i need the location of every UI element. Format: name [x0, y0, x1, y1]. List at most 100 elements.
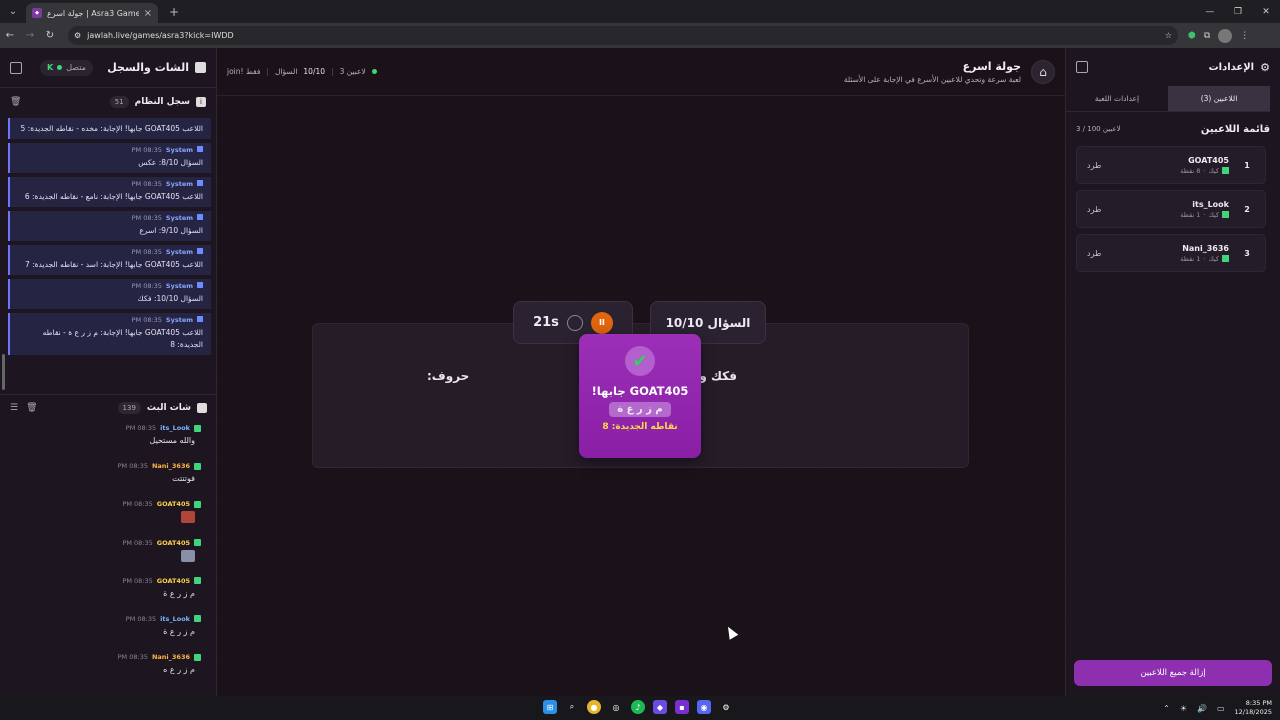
kick-player-button[interactable]: طرد [1087, 205, 1101, 214]
remove-all-players-button[interactable]: إزالة جميع اللاعبين [1074, 660, 1272, 686]
address-bar[interactable]: ⚙ jawlah.live/games/asra3?kick=IWDD ☆ [68, 26, 1178, 45]
forward-icon[interactable]: → [20, 30, 40, 41]
tab-players[interactable]: اللاعبين (3) [1168, 86, 1270, 111]
question-progress: 10/10 [303, 67, 326, 76]
extensions-icon[interactable]: ⧉ [1204, 31, 1210, 41]
game-title: جولة اسرع [962, 59, 1021, 73]
site-info-icon[interactable]: ⚙ [74, 31, 81, 40]
stream-chat-list[interactable]: its_Look 08:35 PM والله مستحيل Nani_3636 0… [0, 424, 211, 692]
maximize-icon[interactable]: ❐ [1224, 7, 1252, 17]
player-name: Nani_3636 [1182, 243, 1229, 253]
tab-search-icon[interactable]: ⌄ [2, 3, 24, 21]
clear-chat-trash-icon[interactable]: 🗑 [26, 403, 37, 413]
settings-tabs: إعدادات اللعبة اللاعبين (3) [1066, 86, 1270, 112]
log-text: السؤال 9/10: اسرع [139, 226, 203, 235]
players-capacity: 3 / 100 لاعبين [1076, 125, 1121, 133]
game-subtitle: لعبة سرعة وتحدي للاعبين الأسرع في الإجاب… [843, 74, 1021, 84]
kick-icon [194, 462, 201, 470]
chat-time: 08:35 PM [117, 653, 148, 662]
player-rank: 1 [1244, 160, 1250, 170]
minimize-icon[interactable]: — [1196, 7, 1224, 17]
toast-answer: م ز ر ع ة [609, 402, 671, 417]
log-time: 08:35 PM [131, 214, 162, 222]
tab-game-settings[interactable]: إعدادات اللعبة [1066, 86, 1168, 111]
steam-icon[interactable]: ◎ [609, 700, 623, 714]
player-row: طرد GOAT405 كيك · 8 نقطة 1 [1076, 146, 1266, 184]
chat-message: GOAT405 08:35 PM [0, 539, 211, 577]
search-icon[interactable]: ⌕ [565, 700, 579, 714]
chat-username[interactable]: GOAT405 [157, 539, 190, 547]
settings-gear-icon[interactable]: ⚙ [719, 700, 733, 714]
obs-icon[interactable]: ▪ [675, 700, 689, 714]
chat-username[interactable]: Nani_3636 [152, 653, 190, 661]
back-icon[interactable]: ← [0, 30, 20, 41]
chat-time: 08:35 PM [125, 614, 157, 623]
new-tab-button[interactable]: + [164, 5, 184, 19]
divider: | [266, 67, 269, 76]
online-dot-icon [371, 69, 377, 74]
chat-message: Nani_3636 08:35 PM فوتتتت [0, 462, 211, 500]
log-text: اللاعب GOAT405 جابها! الإجابة: م ز ر ع ة… [42, 328, 203, 349]
filter-list-icon[interactable]: ☰ [10, 403, 18, 413]
clock-time: 8:35 PM [1245, 699, 1272, 707]
scrollbar-thumb[interactable] [2, 354, 5, 390]
clear-log-trash-icon[interactable]: 🗑 [10, 97, 21, 107]
check-icon: ✔ [625, 346, 655, 376]
brightness-icon[interactable]: ☀ [1180, 704, 1187, 713]
kick-player-button[interactable]: طرد [1087, 161, 1101, 170]
shield-extension-icon[interactable]: ⬢ [1188, 31, 1196, 41]
taskbar-clock[interactable]: 8:35 PM 12/18/2025 [1235, 699, 1272, 717]
system-icon [197, 180, 203, 186]
toast-title: GOAT405 جابها! [591, 384, 689, 398]
display-icon[interactable]: ▭ [1217, 704, 1225, 713]
kick-icon [194, 424, 201, 432]
tray-chevron-icon[interactable]: ⌃ [1163, 704, 1170, 713]
panel-collapse-icon[interactable] [1076, 61, 1088, 73]
home-button[interactable]: ⌂ [1031, 59, 1055, 84]
emote-image [181, 549, 195, 562]
game-area: join! فقط | السؤال 10/10 | 3 لاعبين ⌂ جو… [217, 48, 1065, 696]
reload-icon[interactable]: ↻ [40, 30, 60, 41]
chat-text: م ز ر ع ه [163, 665, 195, 675]
start-windows-icon[interactable]: ⊞ [543, 700, 557, 714]
log-text: اللاعب GOAT405 جابها! الإجابة: مخده - نق… [20, 124, 203, 133]
online-dot-icon [57, 65, 63, 70]
chat-username[interactable]: its_Look [160, 615, 190, 623]
volume-icon[interactable]: 🔊 [1197, 704, 1207, 713]
browser-tab[interactable]: ◆ جولة اسرع | Asra3 Game - جولة × [26, 3, 158, 23]
chat-username[interactable]: its_Look [160, 424, 190, 432]
pause-button[interactable]: II [590, 311, 613, 334]
system-log-list[interactable]: اللاعب GOAT405 جابها! الإجابة: مخده - نق… [8, 118, 211, 380]
chat-message: its_Look 08:35 PM والله مستحيل [0, 424, 211, 462]
log-time: 08:35 PM [131, 282, 162, 290]
log-author: System [165, 248, 193, 256]
app-icon[interactable]: ◆ [653, 700, 667, 714]
log-item: System 08:35 PM اللاعب GOAT405 جابها! الإ… [8, 313, 211, 355]
system-icon [197, 248, 203, 254]
log-item: System 08:35 PM السؤال 9/10: اسرع [8, 211, 211, 241]
more-menu-icon[interactable]: ⋮ [1240, 31, 1249, 41]
bookmark-star-icon[interactable]: ☆ [1165, 31, 1172, 40]
panel-collapse-icon[interactable] [10, 61, 22, 74]
kick-icon: K [47, 63, 54, 72]
chat-username[interactable]: Nani_3636 [152, 462, 190, 470]
spotify-icon[interactable]: ♪ [631, 700, 645, 714]
profile-avatar[interactable] [1218, 28, 1233, 43]
panel-title: الشات والسجل [107, 61, 189, 74]
tab-title: جولة اسرع | Asra3 Game - جولة [47, 8, 139, 18]
log-item: اللاعب GOAT405 جابها! الإجابة: مخده - نق… [8, 118, 211, 139]
chat-text: م ز ر ع ة [163, 588, 195, 598]
kick-player-button[interactable]: طرد [1087, 249, 1101, 258]
chrome-icon[interactable]: ● [587, 700, 601, 714]
kick-icon [194, 653, 201, 661]
timer-value: 21s [533, 315, 559, 330]
log-time: 08:35 PM [131, 146, 162, 154]
kick-icon [194, 577, 201, 585]
settings-panel: الإعدادات ⚙ إعدادات اللعبة اللاعبين (3) … [1065, 48, 1280, 696]
chat-username[interactable]: GOAT405 [157, 577, 190, 585]
chat-username[interactable]: GOAT405 [157, 500, 190, 508]
player-points: 8 نقطة [1180, 166, 1201, 175]
tab-close-icon[interactable]: × [144, 8, 152, 19]
discord-icon[interactable]: ◉ [697, 700, 711, 714]
close-window-icon[interactable]: ✕ [1252, 7, 1280, 17]
